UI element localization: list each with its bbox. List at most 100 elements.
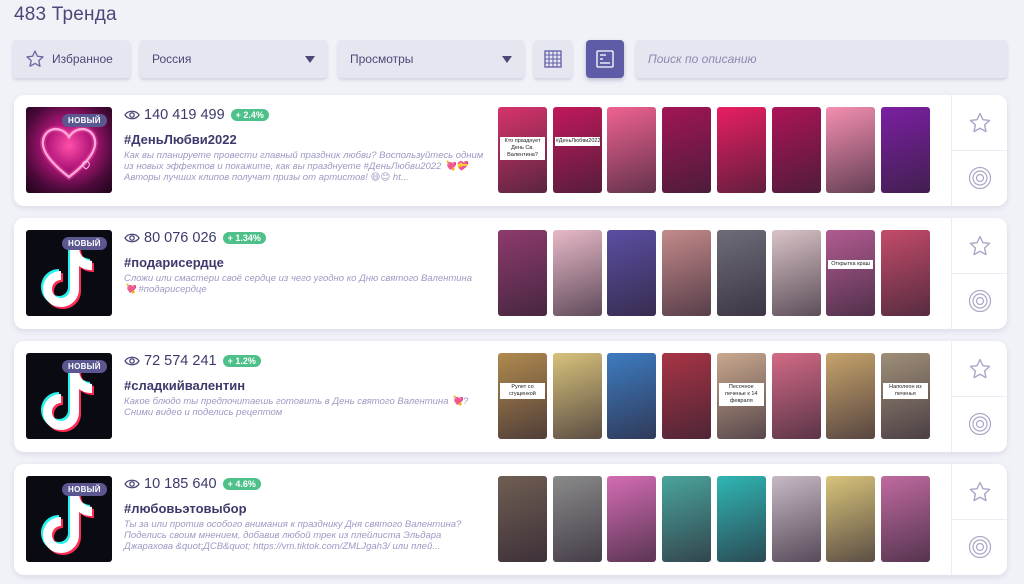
action-divider [952,150,1007,151]
trend-info: 80 076 026 + 1.34% #подарисердце Сложи или … [124,230,484,295]
page-title: 483 Тренда [14,4,117,25]
video-preview[interactable] [771,230,821,316]
star-outline-icon [969,358,991,379]
video-preview[interactable] [716,476,766,562]
star-outline-icon [969,235,991,256]
video-preview[interactable] [771,353,821,439]
concentric-circles-icon [968,289,992,313]
trend-hashtag[interactable]: #любовьэтовыбор [124,501,484,516]
video-preview[interactable] [716,107,766,193]
trend-sound-button[interactable] [968,166,992,190]
add-favorite-button[interactable] [968,357,992,381]
video-preview[interactable] [826,476,876,562]
trend-description: Сложи или смастери своё сердце из чего у… [124,273,473,296]
video-previews: Открытка краш [498,230,930,316]
trend-description: Ты за или против особого внимания к праз… [124,519,462,553]
video-preview[interactable] [880,230,930,316]
action-divider [952,273,1007,274]
growth-badge: + 2.4% [230,109,269,121]
video-preview[interactable]: Наполеон из печенья [880,353,930,439]
filter-toolbar: Избранное Россия Просмотры [13,40,1007,78]
video-preview[interactable] [662,476,712,562]
grid-view-button[interactable] [534,40,572,78]
country-select[interactable]: Россия [140,40,327,78]
video-preview[interactable] [880,107,930,193]
add-favorite-button[interactable] [968,234,992,258]
video-preview[interactable] [771,476,821,562]
grid-view-icon [544,50,562,68]
trend-sound-button[interactable] [968,289,992,313]
new-badge: НОВЫЙ [62,114,107,127]
growth-badge: + 4.6% [222,478,261,490]
video-preview[interactable] [880,476,930,562]
trend-thumbnail[interactable]: НОВЫЙ [26,476,112,562]
video-preview[interactable]: #ДеньЛюбви2022 [552,107,602,193]
video-preview[interactable] [662,107,712,193]
video-caption: Кто празднует День Св. Валентина? [500,137,545,160]
video-preview[interactable] [552,476,602,562]
trend-actions [951,218,1007,329]
trend-thumbnail[interactable]: НОВЫЙ [26,230,112,316]
video-preview[interactable] [662,353,712,439]
add-favorite-button[interactable] [968,480,992,504]
trend-thumbnail[interactable]: НОВЫЙ [26,353,112,439]
trend-sound-button[interactable] [968,412,992,436]
video-preview[interactable] [607,476,657,562]
list-view-icon [596,50,614,68]
video-caption: Наполеон из печенья [882,383,928,399]
video-preview[interactable]: Песочное печенье к 14 февраля [716,353,766,439]
video-preview[interactable]: Рулет со сгущенкой [498,353,547,439]
video-preview[interactable] [716,230,766,316]
video-preview[interactable] [607,230,657,316]
caret-down-icon [305,55,315,63]
video-preview[interactable] [552,353,602,439]
video-preview[interactable]: Кто празднует День Св. Валентина? [498,107,547,193]
trend-card[interactable]: НОВЫЙ 10 185 640 + 4.6% #любовьэтовыбор Ты з… [14,464,1007,575]
video-caption: #ДеньЛюбви2022 [554,137,601,146]
search-input[interactable] [636,40,1007,78]
star-outline-icon [26,50,44,67]
eye-icon [124,110,140,120]
sort-select[interactable]: Просмотры [338,40,524,78]
eye-icon [124,233,140,243]
video-preview[interactable] [826,107,876,193]
trend-hashtag[interactable]: #ДеньЛюбви2022 [124,132,484,147]
concentric-circles-icon [968,166,992,190]
trend-actions [951,464,1007,575]
video-preview[interactable] [607,353,657,439]
video-preview[interactable] [771,107,821,193]
concentric-circles-icon [968,535,992,559]
video-preview[interactable] [498,230,547,316]
view-count: 10 185 640 [144,476,217,492]
trend-sound-button[interactable] [968,535,992,559]
video-preview[interactable] [607,107,657,193]
action-divider [952,396,1007,397]
growth-badge: + 1.34% [222,232,266,244]
trend-card[interactable]: НОВЫЙ 80 076 026 + 1.34% #подарисердце Сложи… [14,218,1007,329]
add-favorite-button[interactable] [968,111,992,135]
video-preview[interactable]: Открытка краш [826,230,876,316]
trend-card[interactable]: НОВЫЙ 140 419 499 + 2.4% #ДеньЛюбви2022 Как … [14,95,1007,206]
trend-description: Какое блюдо ты предпочитаешь готовить в … [124,396,469,419]
video-preview[interactable] [552,230,602,316]
view-count: 140 419 499 [144,107,225,123]
concentric-circles-icon [968,412,992,436]
view-count: 80 076 026 [144,230,217,246]
video-caption: Открытка краш [828,260,874,269]
trend-thumbnail[interactable]: НОВЫЙ [26,107,112,193]
video-previews [498,476,930,562]
video-preview[interactable] [662,230,712,316]
trend-hashtag[interactable]: #сладкийвалентин [124,378,484,393]
star-outline-icon [969,481,991,502]
eye-icon [124,356,140,366]
list-view-button[interactable] [586,40,624,78]
video-previews: Кто празднует День Св. Валентина? #ДеньЛю… [498,107,930,193]
trend-card[interactable]: НОВЫЙ 72 574 241 + 1.2% #сладкийвалентин Как… [14,341,1007,452]
video-preview[interactable] [498,476,547,562]
trend-hashtag[interactable]: #подарисердце [124,255,484,270]
video-preview[interactable] [826,353,876,439]
favorites-button[interactable]: Избранное [13,40,130,78]
trend-info: 10 185 640 + 4.6% #любовьэтовыбор Ты за или… [124,476,484,553]
view-count: 72 574 241 [144,353,217,369]
trend-actions [951,341,1007,452]
